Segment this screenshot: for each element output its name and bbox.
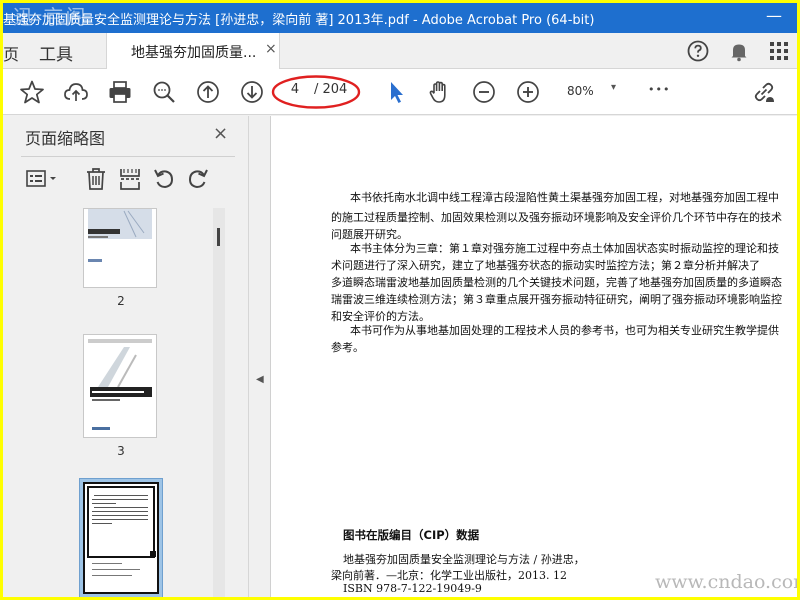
cloud-upload-icon[interactable] xyxy=(63,79,89,105)
zoom-in-icon[interactable] xyxy=(515,79,541,105)
tab-tools[interactable]: 工具 xyxy=(39,40,73,65)
scrollbar-thumb[interactable] xyxy=(217,228,220,246)
doc-line: 本书可作为从事地基加固处理的工程技术人员的参考书，也可为相关专业研究生教学提供 xyxy=(350,324,779,337)
tab-close-button[interactable]: × xyxy=(265,41,277,57)
cip-line: ISBN 978-7-122-19049-9 xyxy=(343,582,482,595)
page-total: / 204 xyxy=(314,82,348,97)
thumbnail-list: 2 3 xyxy=(21,206,231,597)
zoom-dropdown[interactable]: 80% ▾ xyxy=(555,79,627,105)
more-tools-icon[interactable]: ••• xyxy=(648,83,674,109)
thumbnail-page-2[interactable] xyxy=(83,208,157,288)
pane-title: 页面缩略图 xyxy=(25,129,106,148)
zoom-search-icon[interactable] xyxy=(151,79,177,105)
watermark-url: www.cndao.com xyxy=(655,571,797,593)
zoom-value: 80% xyxy=(567,84,594,98)
doc-line: 多道瞬态瑞雷波地基加固质量检测的几个关键技术问题，完善了地基强夯加固质量的多道瞬… xyxy=(331,276,782,289)
bell-icon[interactable] xyxy=(727,39,751,63)
main-toolbar: 4 / 204 80% ▾ ••• xyxy=(3,69,797,115)
select-cursor-icon[interactable] xyxy=(383,79,409,105)
tab-bar: 页 工具 地基强夯加固质量... × xyxy=(3,33,797,69)
pane-toolbar xyxy=(21,164,235,196)
extract-pages-icon[interactable] xyxy=(117,166,143,192)
acrobat-window: 基强夯加固质量安全监测理论与方法 [孙进忠，梁向前 著] 2013年.pdf -… xyxy=(3,3,797,597)
watermark-logo: 迅·京阁 xyxy=(13,5,88,29)
chevron-left-icon: ◀ xyxy=(256,374,264,385)
previous-page-icon[interactable] xyxy=(195,79,221,105)
pane-close-button[interactable]: × xyxy=(213,123,228,144)
print-icon[interactable] xyxy=(107,79,133,105)
document-page: 本书依托南水北调中线工程漳古段湿陷性黄土渠基强夯加固工程，对地基强夯加固工程中 … xyxy=(270,116,797,597)
zoom-out-icon[interactable] xyxy=(471,79,497,105)
doc-line: 术问题进行了深入研究，建立了地基强夯状态的振动实时监控方法；第２章分析并解决了 xyxy=(331,259,760,272)
minimize-button[interactable]: — xyxy=(759,5,789,31)
page-thumbnails-pane: 页面缩略图 × 2 3 xyxy=(3,116,249,597)
page-number-input[interactable]: 4 xyxy=(285,82,305,97)
doc-line: 本书主体分为三章：第１章对强夯施工过程中夯点土体加固状态实时振动监控的理论和技 xyxy=(350,242,779,255)
doc-line: 参考。 xyxy=(331,341,364,354)
title-bar: 基强夯加固质量安全监测理论与方法 [孙进忠，梁向前 著] 2013年.pdf -… xyxy=(3,3,797,33)
doc-line: 瑞雷波三维连续检测方法；第３章重点展开强夯振动特征研究，阐明了强夯振动环境影响监… xyxy=(331,293,782,306)
cip-line: 地基强夯加固质量安全监测理论与方法 / 孙进忠， xyxy=(343,553,585,566)
doc-line: 的施工过程质量控制、加固效果检测以及强夯振动环境影响及安全评价几个环节中存在的技… xyxy=(331,211,782,224)
rotate-clockwise-icon[interactable] xyxy=(185,166,211,192)
rotate-counterclockwise-icon[interactable] xyxy=(151,166,177,192)
divider xyxy=(21,156,235,157)
chevron-down-icon: ▾ xyxy=(611,82,617,93)
apps-grid-icon[interactable] xyxy=(767,39,791,63)
help-icon[interactable] xyxy=(686,39,710,63)
thumbnail-label: 2 xyxy=(117,294,125,308)
cip-heading: 图书在版编目（CIP）数据 xyxy=(343,528,480,542)
document-area[interactable]: 本书依托南水北调中线工程漳古段湿陷性黄土渠基强夯加固工程，对地基强夯加固工程中 … xyxy=(270,116,797,597)
thumbnail-scrollbar[interactable] xyxy=(213,208,225,597)
tab-document-label: 地基强夯加固质量... xyxy=(131,45,257,61)
pane-collapse-handle[interactable]: ◀ xyxy=(252,116,270,597)
thumbnail-options-icon[interactable] xyxy=(25,166,61,192)
hand-tool-icon[interactable] xyxy=(427,79,453,105)
tab-home[interactable]: 页 xyxy=(3,41,19,65)
trash-icon[interactable] xyxy=(83,166,109,192)
window-title: 基强夯加固质量安全监测理论与方法 [孙进忠，梁向前 著] 2013年.pdf -… xyxy=(3,13,595,28)
doc-line: 本书依托南水北调中线工程漳古段湿陷性黄土渠基强夯加固工程，对地基强夯加固工程中 xyxy=(350,191,779,204)
next-page-icon[interactable] xyxy=(239,79,265,105)
cip-line: 梁向前著．—北京：化学工业出版社，2013. 12 xyxy=(331,569,567,582)
thumbnail-page-3[interactable] xyxy=(83,334,157,438)
thumbnail-label: 3 xyxy=(117,444,125,458)
thumbnail-page-4-selected[interactable] xyxy=(79,478,163,597)
star-icon[interactable] xyxy=(19,79,45,105)
tab-document[interactable]: 地基强夯加固质量... × xyxy=(106,33,280,69)
share-link-icon[interactable] xyxy=(751,79,777,105)
